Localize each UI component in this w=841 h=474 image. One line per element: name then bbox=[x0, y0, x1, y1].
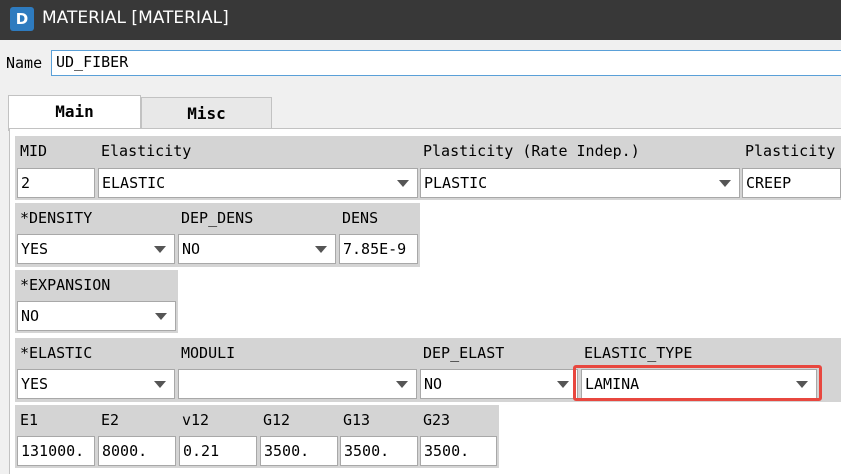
mid-field[interactable]: 2 bbox=[17, 168, 95, 198]
plasticity-rate-value: PLASTIC bbox=[424, 174, 488, 192]
plasticity-value: CREEP bbox=[746, 174, 792, 192]
elasticity-header: Elasticity bbox=[98, 139, 418, 164]
chevron-down-icon bbox=[719, 180, 731, 187]
elasticity-select[interactable]: ELASTIC bbox=[98, 168, 418, 198]
elastic-type-header: ELASTIC_TYPE bbox=[581, 341, 819, 366]
chevron-down-icon bbox=[155, 313, 167, 320]
elastic-select[interactable]: YES bbox=[17, 369, 175, 399]
elasticity-value: ELASTIC bbox=[102, 174, 166, 192]
v12-header: v12 bbox=[179, 408, 257, 433]
g23-header: G23 bbox=[420, 408, 497, 433]
dep-elast-select[interactable]: NO bbox=[420, 369, 578, 399]
g13-header: G13 bbox=[340, 408, 418, 433]
elastic-type-highlight bbox=[573, 365, 822, 401]
plasticity-rate-header: Plasticity (Rate Indep.) bbox=[420, 139, 740, 164]
density-value: YES bbox=[21, 240, 49, 258]
plasticity-rate-select[interactable]: PLASTIC bbox=[420, 168, 740, 198]
expansion-select[interactable]: NO bbox=[17, 301, 176, 331]
e2-header: E2 bbox=[98, 408, 176, 433]
dens-field[interactable]: 7.85E-9 bbox=[339, 234, 418, 264]
chevron-down-icon bbox=[557, 381, 569, 388]
dep-dens-value: NO bbox=[182, 240, 201, 258]
chevron-down-icon bbox=[154, 246, 166, 253]
expansion-header: *EXPANSION bbox=[17, 273, 176, 298]
moduli-select[interactable] bbox=[178, 369, 417, 399]
mid-header: MID bbox=[17, 139, 95, 164]
expansion-value: NO bbox=[21, 307, 40, 325]
title-bar: D MATERIAL [MATERIAL] bbox=[0, 0, 841, 40]
plasticity-select[interactable]: CREEP bbox=[742, 168, 841, 198]
chevron-down-icon bbox=[154, 381, 166, 388]
window-title: MATERIAL [MATERIAL] bbox=[42, 8, 229, 28]
plasticity-header: Plasticity bbox=[742, 139, 841, 164]
density-header: *DENSITY bbox=[17, 206, 175, 231]
chevron-down-icon bbox=[396, 381, 408, 388]
chevron-down-icon bbox=[397, 180, 409, 187]
e2-field[interactable]: 8000. bbox=[98, 436, 176, 466]
dep-elast-header: DEP_ELAST bbox=[420, 341, 578, 366]
tab-main[interactable]: Main bbox=[8, 95, 141, 131]
g23-field[interactable]: 3500. bbox=[420, 436, 497, 466]
g13-field[interactable]: 3500. bbox=[340, 436, 418, 466]
name-label: Name bbox=[6, 54, 43, 72]
moduli-header: MODULI bbox=[178, 341, 417, 366]
e1-field[interactable]: 131000. bbox=[17, 436, 95, 466]
elastic-value: YES bbox=[21, 375, 49, 393]
elastic-header: *ELASTIC bbox=[17, 341, 175, 366]
material-form: Name UD_FIBER Main Misc MID Elasticity P… bbox=[0, 40, 841, 474]
g12-header: G12 bbox=[260, 408, 338, 433]
dens-header: DENS bbox=[339, 206, 418, 231]
g12-field[interactable]: 3500. bbox=[260, 436, 338, 466]
dep-dens-select[interactable]: NO bbox=[178, 234, 336, 264]
v12-field[interactable]: 0.21 bbox=[179, 436, 257, 466]
app-logo-icon: D bbox=[10, 7, 34, 31]
chevron-down-icon bbox=[315, 246, 327, 253]
dep-elast-value: NO bbox=[424, 375, 443, 393]
e1-header: E1 bbox=[17, 408, 95, 433]
name-input[interactable]: UD_FIBER bbox=[51, 50, 841, 76]
dep-dens-header: DEP_DENS bbox=[178, 206, 336, 231]
tab-misc[interactable]: Misc bbox=[141, 97, 272, 129]
density-select[interactable]: YES bbox=[17, 234, 175, 264]
